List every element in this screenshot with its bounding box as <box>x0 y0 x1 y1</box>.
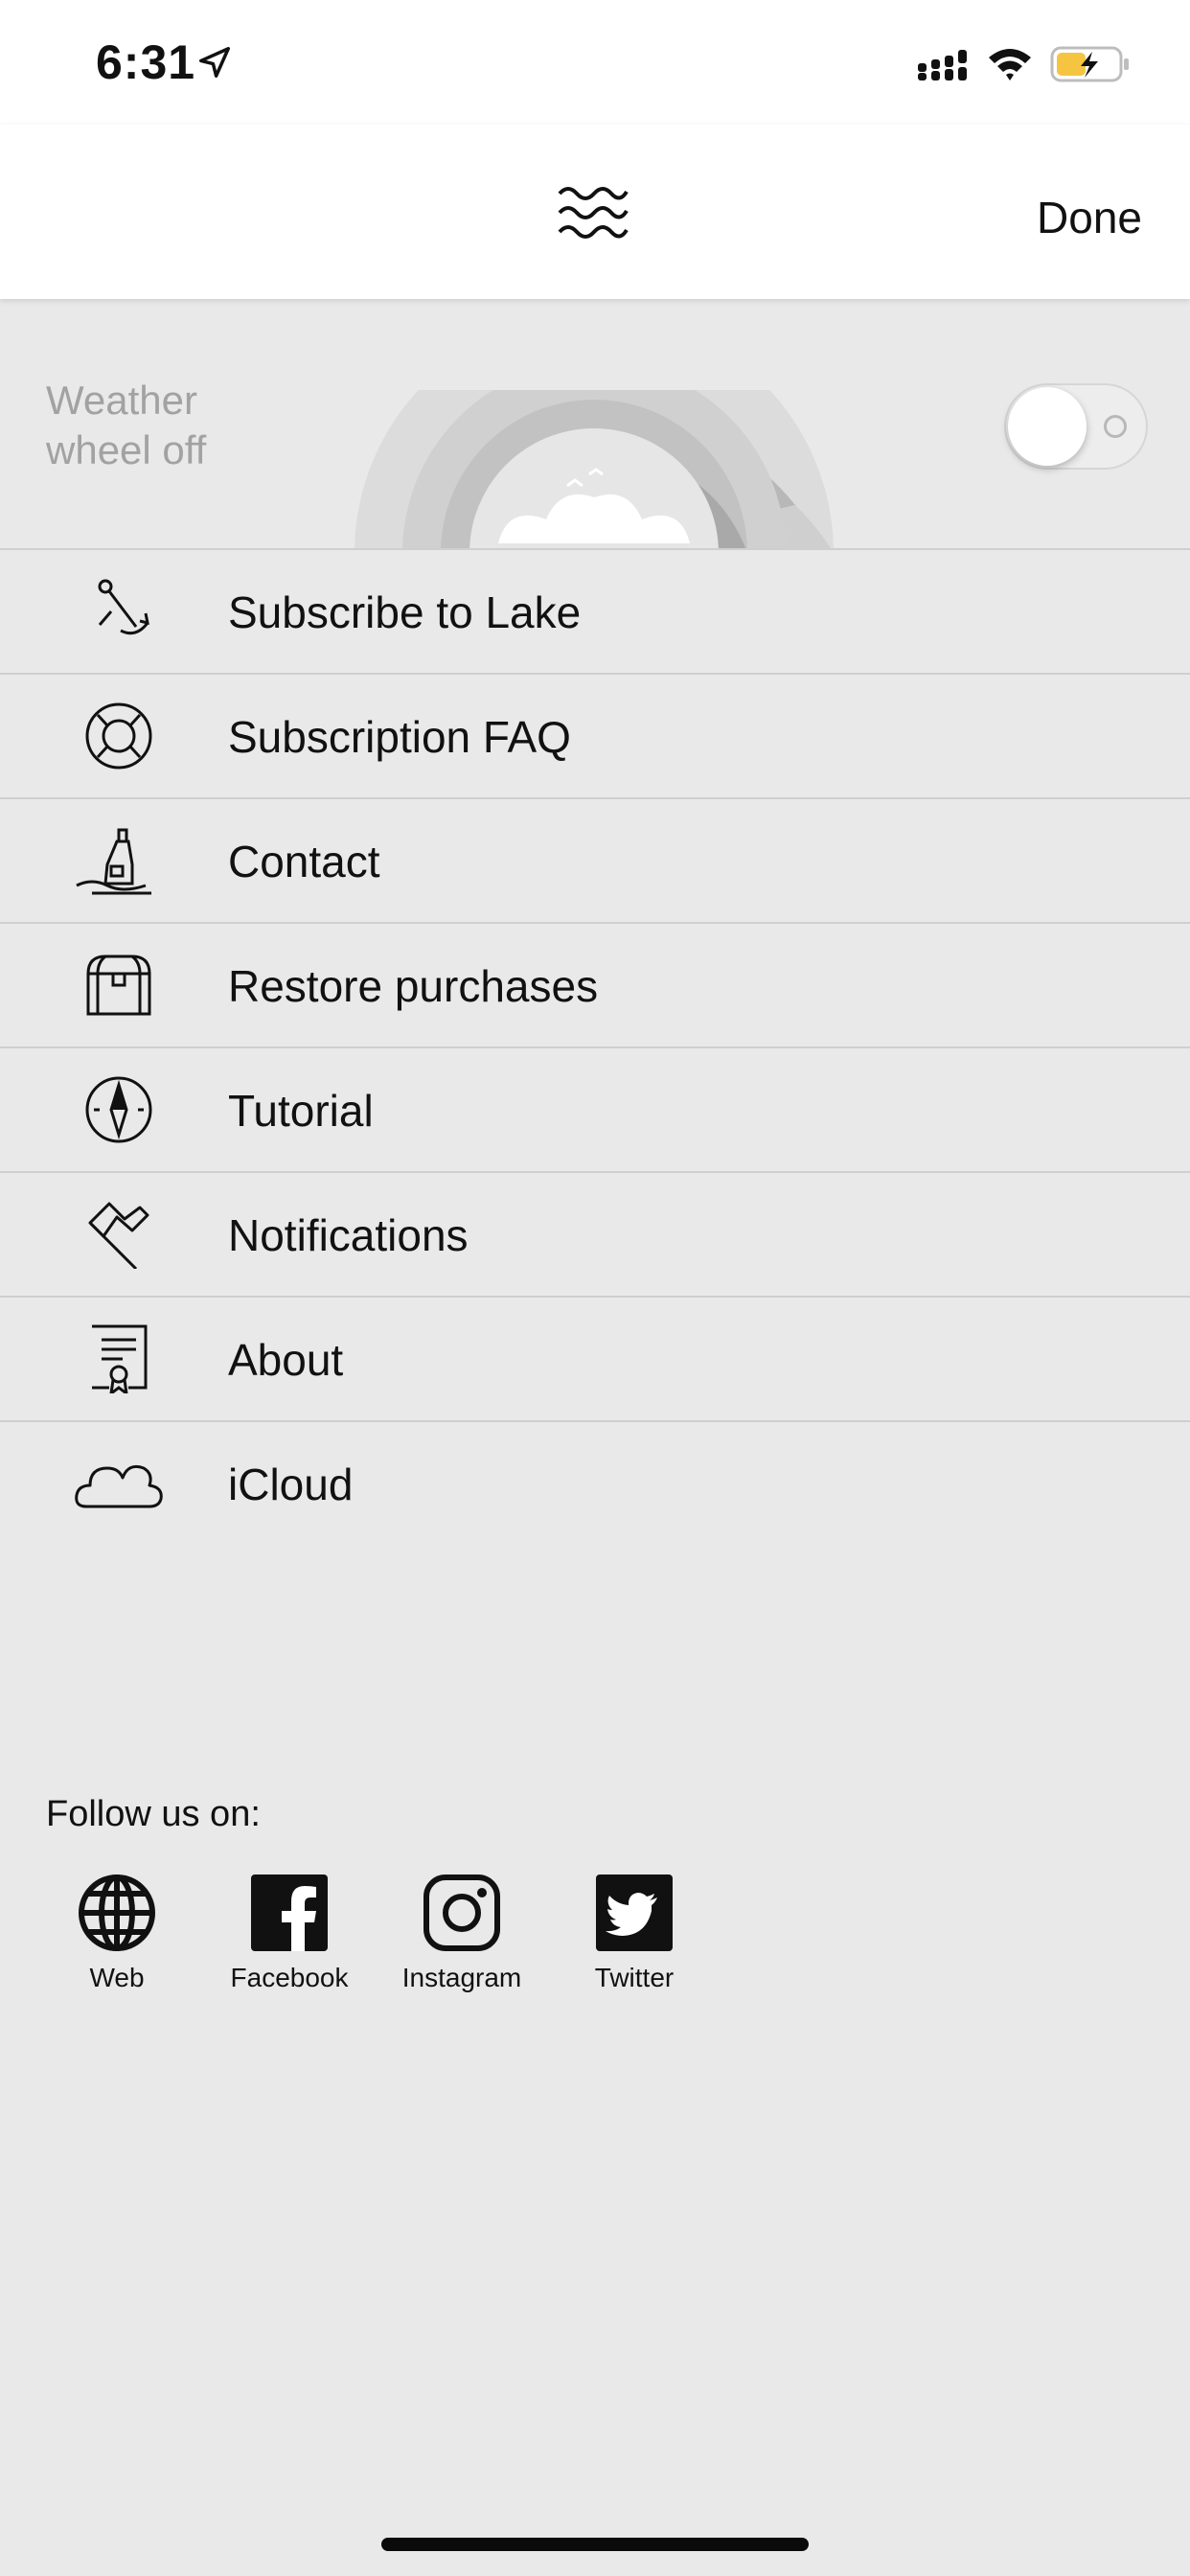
menu-item-tutorial[interactable]: Tutorial <box>0 1048 1190 1173</box>
battery-charging-icon <box>1050 46 1129 82</box>
menu-item-label: Restore purchases <box>228 961 599 1011</box>
weather-label-line2: wheel off <box>46 427 207 472</box>
toggle-knob <box>1008 387 1087 466</box>
wifi-icon <box>989 49 1031 80</box>
menu-item-about[interactable]: About <box>0 1298 1190 1422</box>
menu-item-label: About <box>228 1335 344 1385</box>
lifebuoy-icon <box>85 702 152 770</box>
follow-us-title: Follow us on: <box>46 1794 261 1834</box>
instagram-icon <box>423 1874 500 1951</box>
menu-item-contact[interactable]: Contact <box>0 799 1190 924</box>
globe-icon <box>79 1874 155 1951</box>
social-link-web[interactable]: Web <box>45 1871 189 2005</box>
social-label: Twitter <box>594 1963 675 1992</box>
weather-wheel-label: Weather wheel off <box>46 376 276 475</box>
treasure-chest-icon <box>86 954 151 1016</box>
menu-item-label: Notifications <box>228 1210 469 1260</box>
message-in-bottle-icon <box>76 828 151 895</box>
menu-item-label: Subscribe to Lake <box>228 587 582 637</box>
settings-menu: Subscribe to Lake Subscription FAQ Conta… <box>0 548 1190 1545</box>
menu-item-restore-purchases[interactable]: Restore purchases <box>0 924 1190 1048</box>
social-label: Web <box>89 1963 145 1992</box>
anchor-icon <box>98 579 149 635</box>
social-link-instagram[interactable]: Instagram <box>390 1871 534 2005</box>
menu-item-icloud[interactable]: iCloud <box>0 1422 1190 1545</box>
weather-label-line1: Weather <box>46 378 197 423</box>
weather-wheel-toggle[interactable] <box>1004 383 1148 470</box>
cellular-signal-icon <box>918 50 967 80</box>
weather-wheel-graphic <box>355 390 834 548</box>
weather-wheel-panel: Weather wheel off <box>0 299 1190 548</box>
status-time: 6:31 <box>96 35 196 89</box>
menu-item-notifications[interactable]: Notifications <box>0 1173 1190 1298</box>
nav-bar: Done <box>0 125 1190 299</box>
menu-item-label: Subscription FAQ <box>228 712 571 762</box>
certificate-icon <box>92 1324 148 1393</box>
toggle-off-indicator <box>1104 415 1127 438</box>
home-indicator[interactable] <box>381 2538 809 2551</box>
compass-icon <box>85 1076 152 1143</box>
done-button[interactable]: Done <box>1037 192 1142 243</box>
menu-item-label: iCloud <box>228 1460 354 1509</box>
menu-item-label: Contact <box>228 837 380 886</box>
facebook-icon <box>251 1874 328 1951</box>
waves-icon <box>558 187 629 239</box>
menu-item-label: Tutorial <box>228 1086 374 1136</box>
status-bar: 6:31 <box>0 0 1190 125</box>
menu-item-subscribe[interactable]: Subscribe to Lake <box>0 550 1190 675</box>
social-link-twitter[interactable]: Twitter <box>562 1871 706 2005</box>
social-link-facebook[interactable]: Facebook <box>217 1871 361 2005</box>
twitter-icon <box>596 1874 673 1951</box>
social-label: Facebook <box>230 1963 349 1992</box>
social-label: Instagram <box>401 1963 522 1992</box>
flag-icon <box>88 1202 149 1269</box>
menu-item-subscription-faq[interactable]: Subscription FAQ <box>0 675 1190 799</box>
location-arrow-icon <box>199 47 230 78</box>
cloud-icon <box>75 1464 163 1508</box>
